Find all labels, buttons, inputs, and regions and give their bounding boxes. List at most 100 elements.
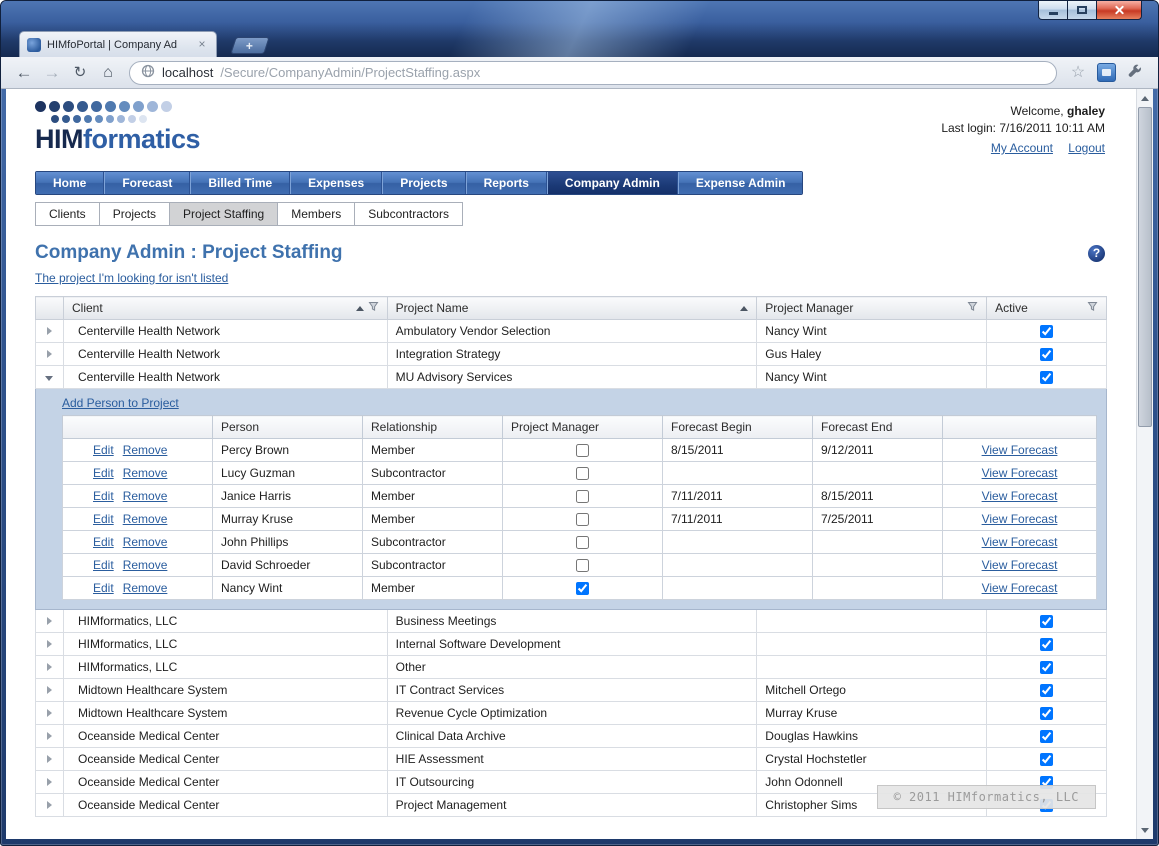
expand-cell[interactable] (36, 725, 64, 748)
pm-checkbox[interactable] (576, 582, 589, 595)
forecast-begin-column-header[interactable]: Forecast Begin (663, 416, 813, 439)
view-forecast-link[interactable]: View Forecast (982, 489, 1058, 503)
collapse-cell[interactable] (36, 366, 64, 389)
table-row[interactable]: Midtown Healthcare System IT Contract Se… (36, 679, 1107, 702)
logout-link[interactable]: Logout (1068, 141, 1105, 155)
table-row[interactable]: HIMformatics, LLC Internal Software Deve… (36, 633, 1107, 656)
table-row[interactable]: Oceanside Medical Center Clinical Data A… (36, 725, 1107, 748)
nav-tab-expenses[interactable]: Expenses (290, 172, 382, 194)
table-row[interactable]: Midtown Healthcare System Revenue Cycle … (36, 702, 1107, 725)
my-account-link[interactable]: My Account (991, 141, 1053, 155)
view-forecast-link[interactable]: View Forecast (982, 535, 1058, 549)
pm-checkbox[interactable] (576, 559, 589, 572)
expand-cell[interactable] (36, 771, 64, 794)
edit-link[interactable]: Edit (93, 558, 114, 572)
subnav-tab-subcontractors[interactable]: Subcontractors (354, 202, 463, 226)
active-checkbox[interactable] (1040, 615, 1053, 628)
expand-cell[interactable] (36, 656, 64, 679)
vertical-scrollbar[interactable] (1136, 89, 1153, 839)
edit-link[interactable]: Edit (93, 512, 114, 526)
remove-link[interactable]: Remove (123, 489, 168, 503)
browser-tab[interactable]: HIMfoPortal | Company Ad × (19, 31, 217, 57)
active-checkbox[interactable] (1040, 661, 1053, 674)
forecast-end-column-header[interactable]: Forecast End (813, 416, 943, 439)
filter-icon[interactable] (368, 301, 379, 315)
view-forecast-link[interactable]: View Forecast (982, 466, 1058, 480)
active-checkbox[interactable] (1040, 348, 1053, 361)
remove-link[interactable]: Remove (123, 558, 168, 572)
active-checkbox[interactable] (1040, 730, 1053, 743)
edit-link[interactable]: Edit (93, 535, 114, 549)
scroll-down-button[interactable] (1137, 822, 1153, 838)
view-forecast-link[interactable]: View Forecast (982, 558, 1058, 572)
view-forecast-link[interactable]: View Forecast (982, 581, 1058, 595)
reload-button[interactable]: ↻ (67, 60, 93, 86)
scrollbar-thumb[interactable] (1138, 107, 1152, 427)
help-button[interactable]: ? (1088, 245, 1105, 262)
add-person-link[interactable]: Add Person to Project (62, 396, 179, 410)
expand-cell[interactable] (36, 320, 64, 343)
client-column-header[interactable]: Client (63, 297, 387, 320)
project-name-column-header[interactable]: Project Name (387, 297, 757, 320)
active-checkbox[interactable] (1040, 707, 1053, 720)
expand-cell[interactable] (36, 610, 64, 633)
project-not-listed-link[interactable]: The project I'm looking for isn't listed (35, 271, 228, 285)
view-forecast-link[interactable]: View Forecast (982, 512, 1058, 526)
active-checkbox[interactable] (1040, 638, 1053, 651)
person-column-header[interactable]: Person (213, 416, 363, 439)
active-checkbox[interactable] (1040, 325, 1053, 338)
remove-link[interactable]: Remove (123, 466, 168, 480)
table-row[interactable]: Centerville Health Network Integration S… (36, 343, 1107, 366)
bookmark-star-icon[interactable]: ☆ (1065, 60, 1091, 86)
nav-tab-forecast[interactable]: Forecast (104, 172, 190, 194)
active-column-header[interactable]: Active (987, 297, 1107, 320)
browser-action-icon[interactable] (1097, 63, 1116, 82)
edit-link[interactable]: Edit (93, 489, 114, 503)
active-checkbox[interactable] (1040, 753, 1053, 766)
active-checkbox[interactable] (1040, 684, 1053, 697)
remove-link[interactable]: Remove (123, 443, 168, 457)
nav-tab-company-admin[interactable]: Company Admin (547, 172, 678, 194)
address-bar[interactable]: localhost/Secure/CompanyAdmin/ProjectSta… (129, 61, 1057, 85)
expand-cell[interactable] (36, 343, 64, 366)
forward-button[interactable]: → (39, 60, 65, 86)
wrench-icon[interactable] (1122, 60, 1148, 86)
nav-tab-home[interactable]: Home (36, 172, 104, 194)
pm-checkbox[interactable] (576, 513, 589, 526)
pm-checkbox[interactable] (576, 467, 589, 480)
pm-checkbox[interactable] (576, 444, 589, 457)
pm-checkbox[interactable] (576, 536, 589, 549)
pm-column-header[interactable]: Project Manager (503, 416, 663, 439)
nav-tab-projects[interactable]: Projects (382, 172, 465, 194)
expand-cell[interactable] (36, 794, 64, 817)
remove-link[interactable]: Remove (123, 535, 168, 549)
filter-icon[interactable] (1087, 301, 1098, 315)
close-button[interactable] (1097, 1, 1142, 20)
new-tab-button[interactable]: + (230, 37, 270, 54)
expand-cell[interactable] (36, 748, 64, 771)
table-row[interactable]: HIMformatics, LLC Other (36, 656, 1107, 679)
table-row[interactable]: Oceanside Medical Center HIE Assessment … (36, 748, 1107, 771)
nav-tab-billed-time[interactable]: Billed Time (190, 172, 290, 194)
edit-link[interactable]: Edit (93, 443, 114, 457)
subnav-tab-clients[interactable]: Clients (35, 202, 100, 226)
filter-icon[interactable] (967, 301, 978, 315)
subnav-tab-project-staffing[interactable]: Project Staffing (169, 202, 278, 226)
nav-tab-reports[interactable]: Reports (466, 172, 547, 194)
remove-link[interactable]: Remove (123, 581, 168, 595)
expand-cell[interactable] (36, 633, 64, 656)
remove-link[interactable]: Remove (123, 512, 168, 526)
minimize-button[interactable] (1038, 1, 1068, 20)
expand-cell[interactable] (36, 702, 64, 725)
table-row-expanded[interactable]: Centerville Health Network MU Advisory S… (36, 366, 1107, 389)
back-button[interactable]: ← (11, 60, 37, 86)
edit-link[interactable]: Edit (93, 581, 114, 595)
active-checkbox[interactable] (1040, 371, 1053, 384)
table-row[interactable]: Centerville Health Network Ambulatory Ve… (36, 320, 1107, 343)
maximize-button[interactable] (1068, 1, 1097, 20)
relationship-column-header[interactable]: Relationship (363, 416, 503, 439)
expand-cell[interactable] (36, 679, 64, 702)
nav-tab-expense-admin[interactable]: Expense Admin (678, 172, 803, 194)
subnav-tab-members[interactable]: Members (277, 202, 355, 226)
edit-link[interactable]: Edit (93, 466, 114, 480)
